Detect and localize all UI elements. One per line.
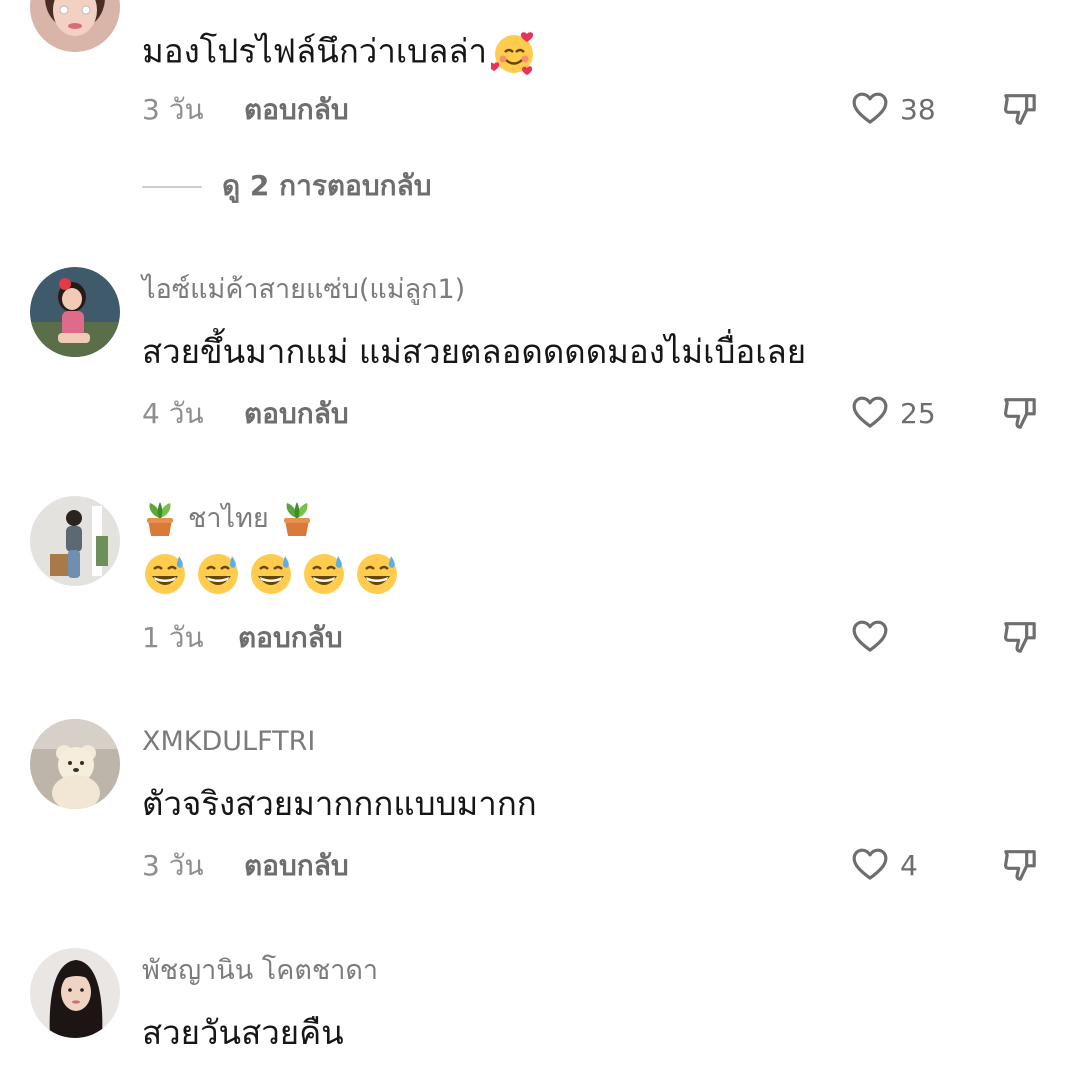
username[interactable]: XMKDULFTRI — [142, 728, 315, 755]
username[interactable]: ไอซ์แม่ค้าสายแซ่บ(แม่ลูก1) — [142, 276, 465, 303]
comment-text: มองโปรไฟล์นึกว่าเบลล่า — [142, 30, 537, 76]
like-count: 38 — [900, 93, 936, 126]
username[interactable]: ชาไทย — [142, 498, 315, 538]
grinning-face-with-sweat-icon — [248, 550, 301, 596]
view-replies-label: ดู 2 การตอบกลับ — [222, 169, 432, 202]
thumbs-down-outline-icon — [1003, 622, 1036, 653]
avatar[interactable] — [30, 267, 120, 357]
heart-outline-icon — [852, 92, 888, 124]
username-text: ชาไทย — [188, 502, 269, 534]
like-count: 4 — [900, 849, 918, 882]
comment-text: ตัวจริงสวยมากกกแบบมากก — [142, 784, 537, 823]
grinning-face-with-sweat-icon — [195, 550, 248, 596]
thumbs-down-outline-icon — [1003, 94, 1036, 125]
comment-text-content: มองโปรไฟล์นึกว่าเบลล่า — [142, 31, 488, 71]
reply-button[interactable]: ตอบกลับ — [238, 624, 343, 652]
dislike-button[interactable] — [1000, 617, 1042, 659]
comment-text: สวยวันสวยคืน — [142, 1013, 344, 1052]
avatar[interactable] — [30, 0, 120, 52]
avatar[interactable] — [30, 948, 120, 1038]
smiling-face-with-hearts-icon — [487, 30, 537, 76]
reply-button[interactable]: ตอบกลับ — [244, 400, 349, 428]
divider-line — [142, 186, 202, 188]
like-count: 25 — [900, 397, 936, 430]
thumbs-down-outline-icon — [1003, 398, 1036, 429]
username[interactable]: พัชญานิน โคตชาดา — [142, 957, 378, 984]
heart-outline-icon — [852, 396, 888, 428]
like-button[interactable] — [850, 616, 894, 660]
reply-button[interactable]: ตอบกลับ — [244, 852, 349, 880]
dislike-button[interactable] — [1000, 393, 1042, 435]
grinning-face-with-sweat-icon — [142, 550, 195, 596]
reply-button[interactable]: ตอบกลับ — [244, 96, 349, 124]
like-button[interactable] — [850, 88, 894, 132]
comment-time: 3 วัน — [142, 849, 204, 882]
avatar[interactable] — [30, 719, 120, 809]
like-button[interactable] — [850, 844, 894, 888]
avatar[interactable] — [30, 496, 120, 586]
grinning-face-with-sweat-icon — [354, 550, 407, 596]
dislike-button[interactable] — [1000, 89, 1042, 131]
comment-time: 4 วัน — [142, 397, 204, 430]
comment-text: สวยขึ้นมากแม่ แม่สวยตลอดดดดมองไม่เบื่อเล… — [142, 332, 807, 371]
like-button[interactable] — [850, 392, 894, 436]
heart-outline-icon — [852, 620, 888, 652]
thumbs-down-outline-icon — [1003, 850, 1036, 881]
potted-plant-icon — [279, 498, 315, 538]
grinning-face-with-sweat-icon — [301, 550, 354, 596]
comments-screen: มองโปรไฟล์นึกว่าเบลล่า 3 วัน ตอบกลับ 38 — [0, 0, 1080, 1080]
dislike-button[interactable] — [1000, 845, 1042, 887]
comment-text — [142, 550, 407, 596]
potted-plant-icon — [142, 498, 178, 538]
comment-time: 1 วัน — [142, 621, 204, 654]
heart-outline-icon — [852, 848, 888, 880]
comment-time: 3 วัน — [142, 93, 204, 126]
